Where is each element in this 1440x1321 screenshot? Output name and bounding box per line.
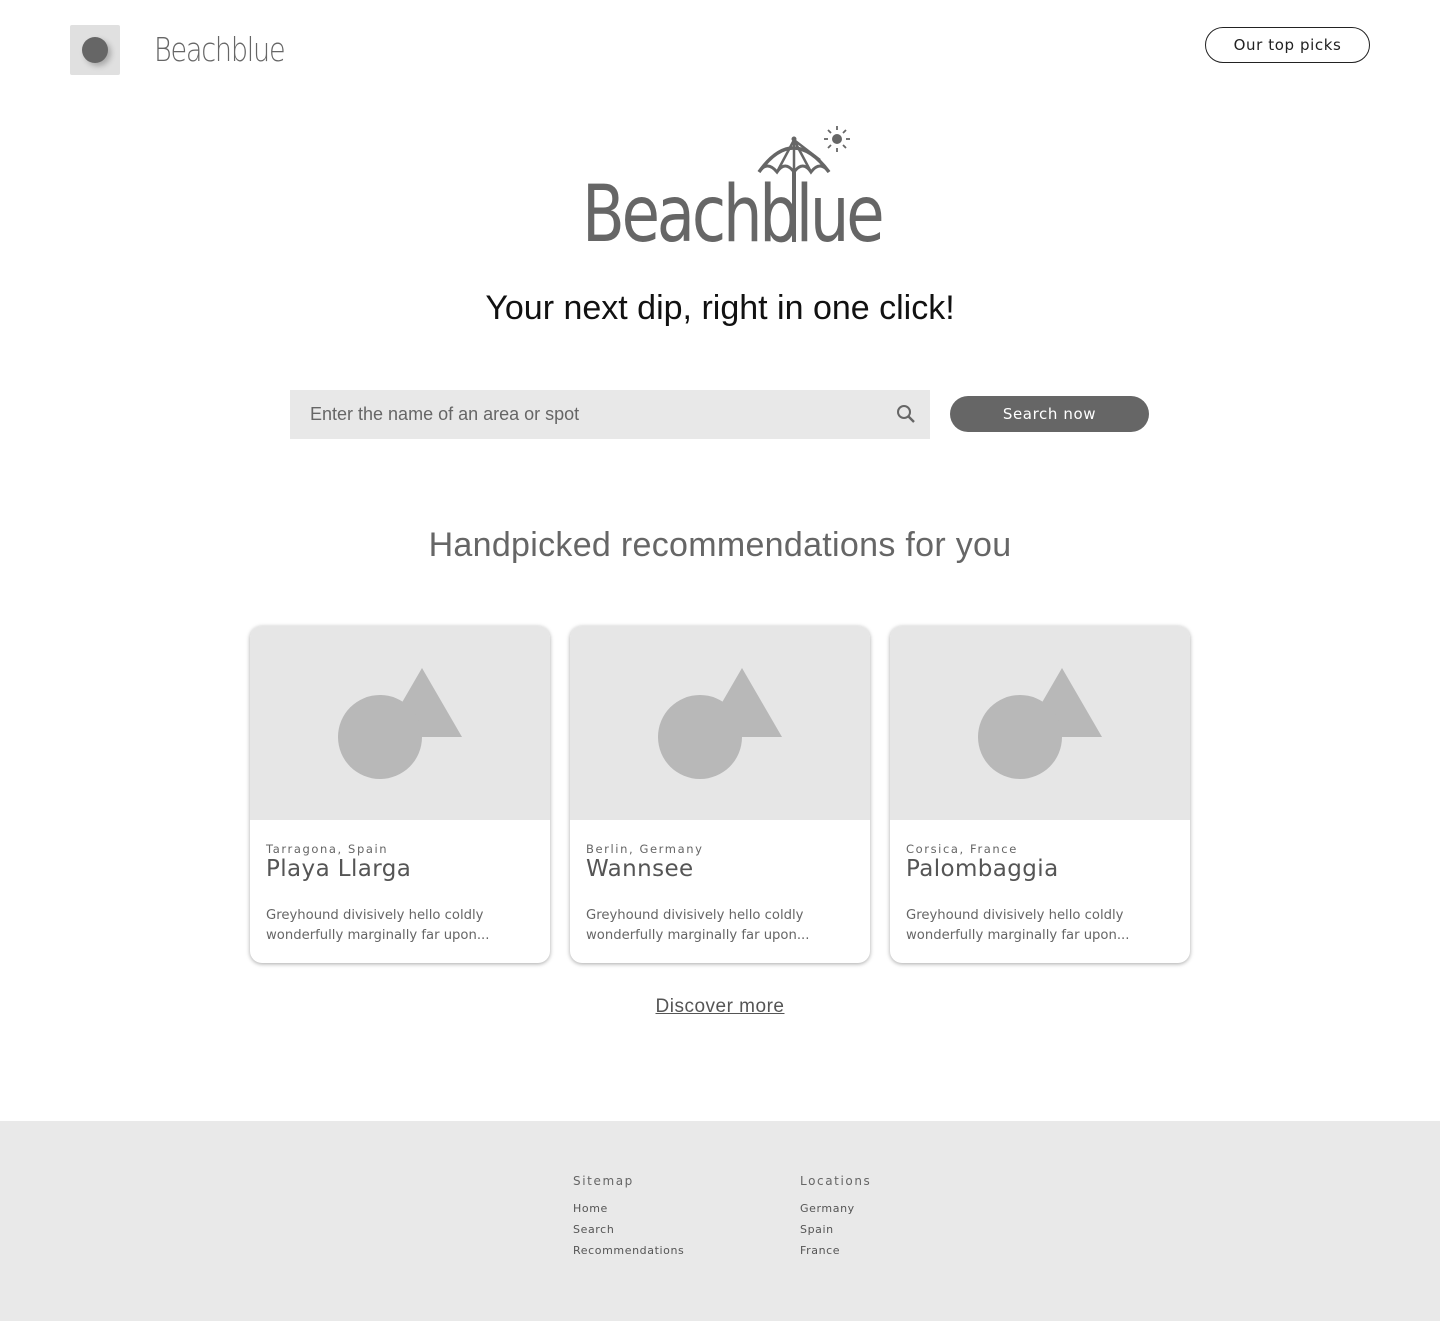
footer-sitemap: Sitemap Home Search Recommendations bbox=[573, 1174, 684, 1265]
card-location: Tarragona, Spain bbox=[266, 842, 389, 856]
image-placeholder-icon bbox=[338, 668, 462, 779]
discover-more-container: Discover more bbox=[0, 996, 1440, 1018]
footer-heading-locations: Locations bbox=[800, 1174, 872, 1188]
card-description: Greyhound divisively hello coldly wonder… bbox=[586, 908, 810, 943]
recommendation-card[interactable]: Berlin, Germany Wannsee Greyhound divisi… bbox=[570, 626, 870, 963]
footer-heading-sitemap: Sitemap bbox=[573, 1174, 634, 1188]
image-placeholder-icon bbox=[658, 668, 782, 779]
hero-logo-text: Beachblue bbox=[582, 170, 885, 260]
card-title[interactable]: Palombaggia bbox=[906, 856, 1059, 882]
image-placeholder bbox=[250, 626, 550, 820]
logo-icon[interactable] bbox=[70, 25, 120, 75]
footer-link-france[interactable]: France bbox=[800, 1244, 871, 1265]
footer-link-search[interactable]: Search bbox=[573, 1223, 684, 1244]
site-header: Beachblue Our top picks bbox=[0, 0, 1440, 100]
footer-link-recommendations[interactable]: Recommendations bbox=[573, 1244, 684, 1265]
card-description: Greyhound divisively hello coldly wonder… bbox=[266, 908, 490, 943]
card-title[interactable]: Wannsee bbox=[586, 856, 694, 882]
image-placeholder-icon bbox=[978, 668, 1102, 779]
image-placeholder bbox=[890, 626, 1190, 820]
footer: Sitemap Home Search Recommendations Loca… bbox=[0, 1121, 1440, 1321]
image-placeholder bbox=[570, 626, 870, 820]
search-icon[interactable] bbox=[896, 404, 916, 424]
recommendation-card[interactable]: Tarragona, Spain Playa Llarga Greyhound … bbox=[250, 626, 550, 963]
card-location: Berlin, Germany bbox=[586, 842, 704, 856]
card-description: Greyhound divisively hello coldly wonder… bbox=[906, 908, 1130, 943]
recommendations-heading: Handpicked recommendations for you bbox=[428, 526, 1012, 564]
search-bar[interactable] bbox=[290, 389, 930, 440]
footer-link-home[interactable]: Home bbox=[573, 1202, 684, 1223]
tagline: Your next dip, right in one click! bbox=[485, 289, 955, 327]
footer-link-spain[interactable]: Spain bbox=[800, 1223, 871, 1244]
card-title[interactable]: Playa Llarga bbox=[266, 856, 411, 882]
top-picks-button[interactable]: Our top picks bbox=[1205, 27, 1370, 63]
logo-dot bbox=[82, 37, 108, 63]
recommendation-card[interactable]: Corsica, France Palombaggia Greyhound di… bbox=[890, 626, 1190, 963]
brand-name[interactable]: Beachblue bbox=[154, 30, 286, 69]
discover-more-link[interactable]: Discover more bbox=[656, 996, 785, 1017]
search-input[interactable] bbox=[290, 389, 872, 440]
footer-link-germany[interactable]: Germany bbox=[800, 1202, 871, 1223]
card-location: Corsica, France bbox=[906, 842, 1018, 856]
search-now-button[interactable]: Search now bbox=[950, 396, 1149, 432]
footer-locations: Locations Germany Spain France bbox=[800, 1174, 871, 1265]
